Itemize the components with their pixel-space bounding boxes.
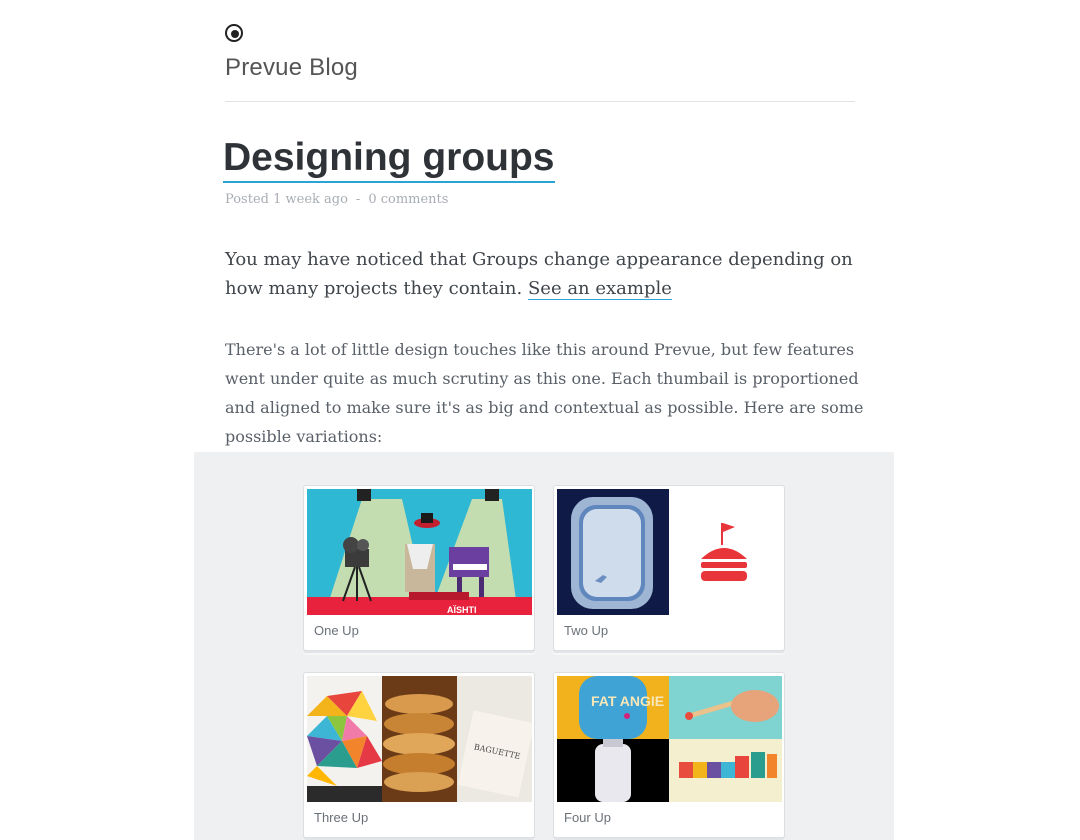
- group-label: Two Up: [564, 623, 609, 638]
- group-label: Four Up: [564, 810, 611, 825]
- meta-separator: -: [355, 192, 361, 207]
- comments-link[interactable]: 0 comments: [368, 192, 448, 207]
- group-thumbnail: FAT ANGIE: [557, 676, 782, 802]
- group-label: One Up: [314, 623, 359, 638]
- group-card-two-up[interactable]: Two Up: [553, 485, 785, 651]
- group-thumbnail: AÏSHTI: [307, 489, 532, 615]
- thumb-text: FAT ANGIE: [591, 693, 664, 709]
- see-example-link[interactable]: See an example: [527, 278, 672, 300]
- group-card-one-up[interactable]: AÏSHTI One Up: [303, 485, 535, 651]
- group-thumbnail: [557, 489, 782, 615]
- post-lead: You may have noticed that Groups change …: [225, 245, 865, 303]
- group-card-three-up[interactable]: BAGUETTE Three Up: [303, 672, 535, 838]
- post-body: There's a lot of little design touches l…: [225, 340, 864, 446]
- groups-figure: AÏSHTI One Up Two Up BAGUETTE Three Up F…: [194, 452, 894, 840]
- thumb-sign-text: AÏSHTI: [447, 605, 477, 615]
- group-card-four-up[interactable]: FAT ANGIE Four Up: [553, 672, 785, 838]
- post-meta: Posted 1 week ago -0 comments: [225, 192, 448, 207]
- header-divider: [225, 101, 855, 102]
- blog-name-link[interactable]: Prevue Blog: [225, 54, 358, 82]
- group-thumbnail: BAGUETTE: [307, 676, 532, 802]
- post-title-link[interactable]: Designing groups: [223, 136, 555, 183]
- post-date: Posted 1 week ago: [225, 192, 348, 207]
- camera-lens-icon[interactable]: [225, 24, 243, 42]
- group-label: Three Up: [314, 810, 369, 825]
